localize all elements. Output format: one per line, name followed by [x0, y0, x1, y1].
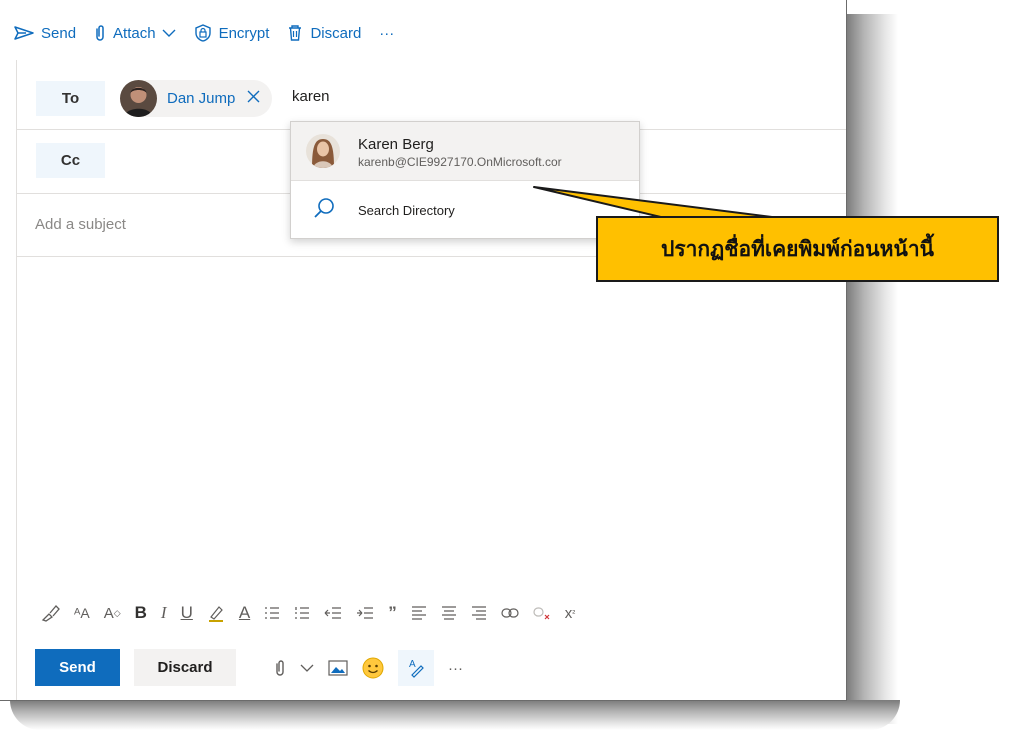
attach-command-label: Attach — [113, 24, 156, 42]
send-command[interactable]: Send — [14, 25, 76, 42]
discard-command[interactable]: Discard — [287, 24, 361, 42]
signature-icon[interactable]: A — [398, 650, 434, 686]
send-icon — [14, 26, 34, 40]
avatar — [120, 80, 157, 117]
annotation-callout: ปรากฏชื่อที่เคยพิมพ์ก่อนหน้านี้ — [596, 216, 999, 282]
suggestion-dropdown: Karen Berg karenb@CIE9927170.OnMicrosoft… — [290, 121, 640, 239]
emoji-icon[interactable] — [362, 657, 384, 679]
subject-input[interactable]: Add a subject — [35, 216, 126, 233]
italic-icon[interactable]: I — [161, 598, 167, 628]
link-icon[interactable] — [501, 598, 519, 628]
search-directory-label: Search Directory — [358, 203, 455, 218]
attach-command[interactable]: Attach — [94, 24, 176, 42]
more-commands-button[interactable]: ··· — [379, 25, 394, 42]
window-shadow-right — [846, 14, 898, 724]
highlight-icon[interactable] — [207, 598, 225, 628]
format-painter-icon[interactable] — [40, 598, 60, 628]
formatting-toolbar: ᴬA A ◇ B I U A ” x² — [40, 596, 589, 630]
bold-icon[interactable]: B — [135, 598, 147, 628]
encrypt-icon — [194, 24, 212, 42]
search-directory-item[interactable]: Search Directory — [291, 181, 639, 238]
suggestion-item[interactable]: Karen Berg karenb@CIE9927170.OnMicrosoft… — [291, 122, 639, 180]
remove-link-icon[interactable] — [533, 598, 551, 628]
chevron-down-icon[interactable] — [162, 25, 176, 42]
callout-text: ปรากฏชื่อที่เคยพิมพ์ก่อนหน้านี้ — [660, 236, 934, 261]
superscript-icon[interactable]: x² — [565, 598, 576, 628]
remove-recipient-icon[interactable] — [247, 90, 260, 108]
send-button[interactable]: Send — [35, 649, 120, 686]
decrease-indent-icon[interactable] — [324, 598, 342, 628]
discard-button[interactable]: Discard — [134, 649, 236, 686]
to-input[interactable]: karen — [292, 88, 330, 105]
font-size-icon[interactable]: ᴬA — [74, 598, 90, 628]
encrypt-command[interactable]: Encrypt — [194, 24, 270, 42]
screenshot-frame: Send Attach Encrypt Discard ··· To Dan J… — [0, 0, 1009, 743]
align-left-icon[interactable] — [411, 598, 427, 628]
chevron-down-icon[interactable] — [300, 663, 314, 673]
recipient-chip[interactable]: Dan Jump — [120, 80, 273, 117]
numbering-icon[interactable] — [294, 598, 310, 628]
underline-icon[interactable]: U — [181, 598, 193, 628]
to-button[interactable]: To — [36, 81, 105, 116]
attach-icon — [94, 24, 106, 42]
svg-text:A: A — [409, 659, 416, 670]
insert-picture-icon[interactable] — [328, 660, 348, 676]
font-color-icon[interactable]: A — [239, 598, 250, 628]
suggestion-name: Karen Berg — [358, 136, 434, 153]
attach-icon[interactable] — [274, 658, 286, 678]
bottom-tools: A ··· — [274, 650, 477, 686]
encrypt-command-label: Encrypt — [218, 24, 270, 42]
more-icon[interactable]: ··· — [448, 660, 463, 677]
compose-window: Send Attach Encrypt Discard ··· To Dan J… — [0, 0, 847, 701]
quote-icon[interactable]: ” — [388, 598, 397, 628]
discard-command-label: Discard — [310, 24, 362, 42]
cc-button[interactable]: Cc — [36, 143, 105, 178]
align-center-icon[interactable] — [441, 598, 457, 628]
increase-indent-icon[interactable] — [356, 598, 374, 628]
align-right-icon[interactable] — [471, 598, 487, 628]
send-command-label: Send — [41, 24, 77, 42]
bullets-icon[interactable] — [264, 598, 280, 628]
more-icon: ··· — [379, 24, 395, 42]
avatar — [306, 134, 340, 168]
command-bar: Send Attach Encrypt Discard ··· — [0, 16, 412, 50]
search-icon — [313, 197, 335, 224]
grow-font-icon[interactable]: A ◇ — [104, 598, 121, 628]
suggestion-email: karenb@CIE9927170.OnMicrosoft.cor — [358, 155, 562, 169]
window-shadow-bottom — [10, 700, 900, 730]
recipient-name: Dan Jump — [167, 90, 236, 107]
message-body[interactable] — [17, 258, 846, 588]
discard-icon — [287, 24, 303, 42]
